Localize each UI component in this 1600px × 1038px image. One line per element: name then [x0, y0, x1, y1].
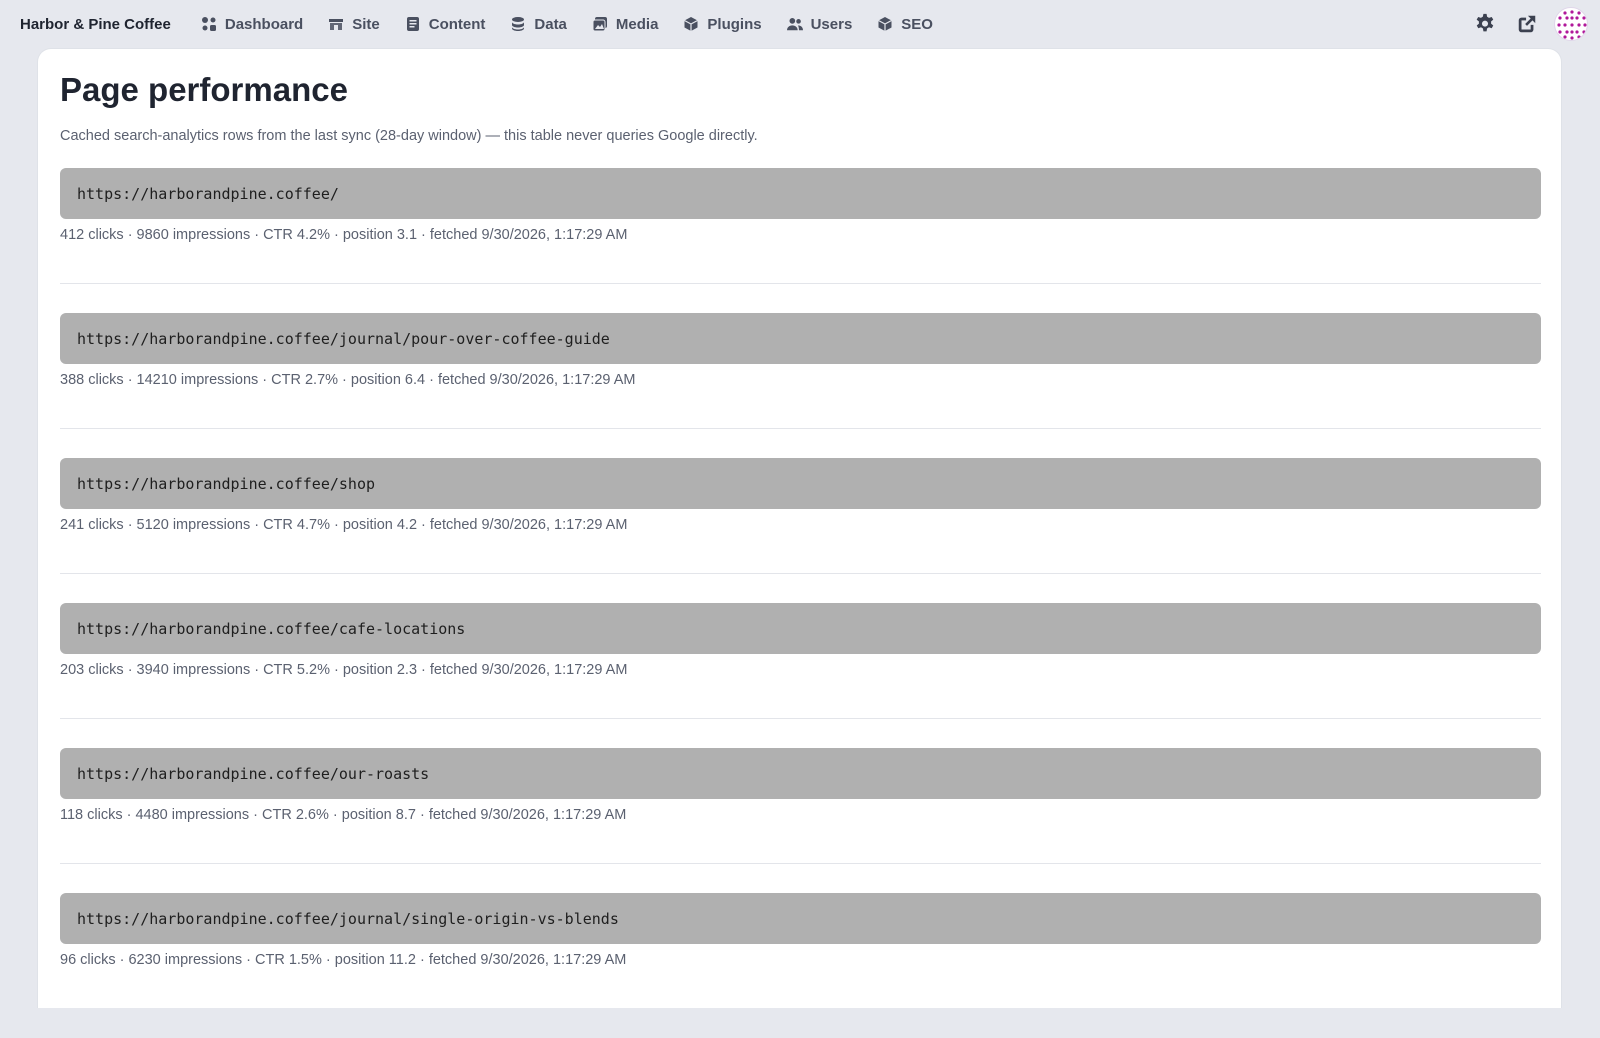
brand-name[interactable]: Harbor & Pine Coffee — [20, 16, 171, 33]
list-item: https://harborandpine.coffee/ 412 clicks… — [60, 168, 1541, 313]
data-icon — [512, 17, 525, 31]
users-icon — [786, 18, 803, 31]
page-stats: 388 clicks · 14210 impressions · CTR 2.7… — [60, 372, 636, 388]
dashboard-icon — [201, 17, 216, 31]
nav-label: Site — [352, 15, 380, 33]
nav-label: Data — [534, 15, 567, 33]
nav-item-plugins[interactable]: Plugins — [683, 15, 762, 33]
page-stats: 241 clicks · 5120 impressions · CTR 4.7%… — [60, 517, 628, 533]
page-url[interactable]: https://harborandpine.coffee/journal/pou… — [60, 313, 1541, 364]
page-stats: 96 clicks · 6230 impressions · CTR 1.5% … — [60, 952, 627, 968]
page-stats: 412 clicks · 9860 impressions · CTR 4.2%… — [60, 227, 628, 243]
page-subtitle: Cached search-analytics rows from the la… — [60, 128, 758, 144]
row-divider — [60, 863, 1541, 864]
performance-list: https://harborandpine.coffee/ 412 clicks… — [60, 168, 1541, 1038]
page-url[interactable]: https://harborandpine.coffee/ — [60, 168, 1541, 219]
list-item: https://harborandpine.coffee/journal/sin… — [60, 893, 1541, 1038]
page-url[interactable]: https://harborandpine.coffee/journal/sin… — [60, 893, 1541, 944]
nav-item-dashboard[interactable]: Dashboard — [201, 16, 303, 33]
plugins-icon — [684, 17, 699, 31]
settings-button[interactable] — [1472, 11, 1498, 37]
nav-item-site[interactable]: Site — [328, 16, 380, 33]
seo-icon — [878, 17, 893, 31]
page-stats: 203 clicks · 3940 impressions · CTR 5.2%… — [60, 662, 628, 678]
nav-label: SEO — [901, 15, 933, 33]
open-site-button[interactable] — [1514, 11, 1540, 37]
list-item: https://harborandpine.coffee/cafe-locati… — [60, 603, 1541, 748]
site-icon — [329, 19, 344, 30]
nav-label: Content — [428, 15, 486, 33]
page-title: Page performance — [60, 71, 348, 108]
nav-item-data[interactable]: Data — [510, 16, 567, 33]
row-divider — [60, 573, 1541, 574]
top-right-actions — [1456, 7, 1588, 41]
list-item: https://harborandpine.coffee/shop 241 cl… — [60, 458, 1541, 603]
list-item: https://harborandpine.coffee/journal/pou… — [60, 313, 1541, 458]
content-icon — [406, 17, 419, 31]
nav-label: Dashboard — [224, 15, 304, 33]
nav-item-media[interactable]: Media — [592, 15, 659, 33]
nav-label: Users — [810, 15, 853, 33]
top-bar: Harbor & Pine Coffee Dashboard Site Cont… — [0, 0, 1600, 48]
page-stats: 118 clicks · 4480 impressions · CTR 2.6%… — [60, 807, 627, 823]
page-url[interactable]: https://harborandpine.coffee/shop — [60, 458, 1541, 509]
row-divider — [60, 428, 1541, 429]
nav-item-content[interactable]: Content — [405, 15, 486, 33]
avatar-pattern-icon — [1557, 10, 1587, 40]
nav-item-users[interactable]: Users — [786, 15, 853, 33]
main-nav: Dashboard Site Content Data Media Plugin… — [201, 16, 958, 33]
list-item: https://harborandpine.coffee/our-roasts … — [60, 748, 1541, 893]
main-panel: Page performance Cached search-analytics… — [37, 48, 1562, 1008]
nav-label: Media — [615, 15, 659, 33]
row-divider — [60, 283, 1541, 284]
external-link-icon — [1518, 15, 1536, 33]
page-url[interactable]: https://harborandpine.coffee/our-roasts — [60, 748, 1541, 799]
media-icon — [592, 17, 607, 32]
page-url[interactable]: https://harborandpine.coffee/cafe-locati… — [60, 603, 1541, 654]
row-divider — [60, 718, 1541, 719]
nav-item-seo[interactable]: SEO — [877, 16, 933, 33]
nav-label: Plugins — [707, 15, 762, 33]
avatar[interactable] — [1554, 7, 1588, 41]
gear-icon — [1476, 13, 1494, 32]
